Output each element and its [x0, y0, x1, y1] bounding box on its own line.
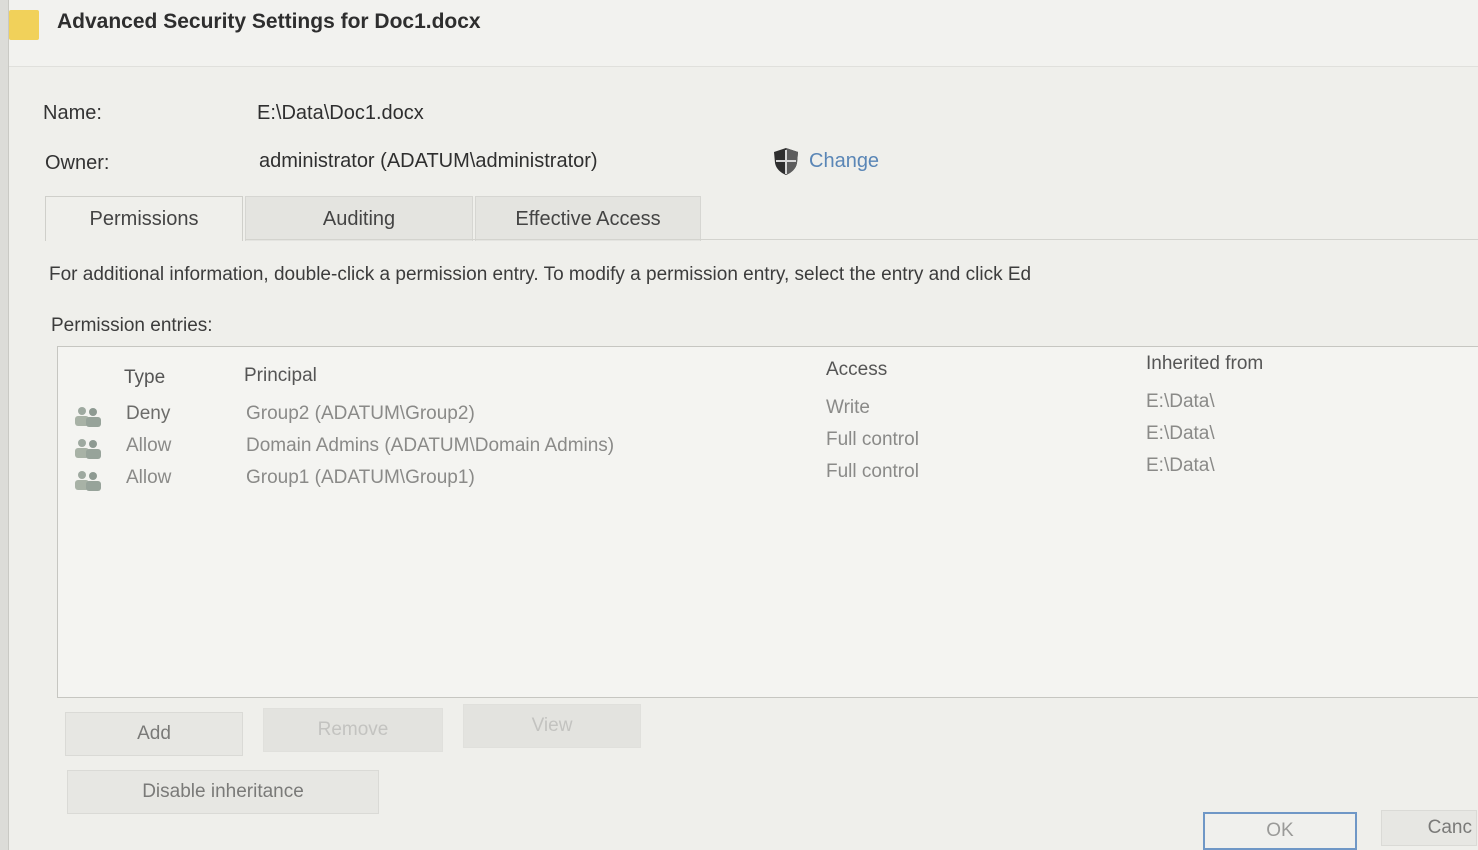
- entry-access: Full control: [826, 429, 919, 450]
- tab-auditing[interactable]: Auditing: [245, 196, 473, 241]
- user-group-icon: [75, 407, 101, 427]
- change-label[interactable]: Change: [809, 150, 879, 173]
- owner-label: Owner:: [45, 152, 110, 174]
- window-title: Advanced Security Settings for Doc1.docx: [57, 10, 481, 33]
- entry-inherited-from: E:\Data\: [1146, 423, 1215, 444]
- view-button[interactable]: View: [463, 704, 641, 748]
- entry-type: Deny: [126, 403, 171, 424]
- entry-principal: Group1 (ADATUM\Group1): [246, 467, 475, 488]
- entry-type: Allow: [126, 467, 172, 488]
- entry-principal: Group2 (ADATUM\Group2): [246, 403, 475, 424]
- column-header-principal[interactable]: Principal: [244, 365, 317, 387]
- entry-inherited-from: E:\Data\: [1146, 455, 1215, 476]
- table-row[interactable]: Allow Domain Admins (ADATUM\Domain Admin…: [58, 423, 1478, 463]
- user-group-icon: [75, 471, 101, 491]
- cancel-button[interactable]: Canc: [1381, 810, 1477, 846]
- remove-button[interactable]: Remove: [263, 708, 443, 752]
- tab-permissions[interactable]: Permissions: [45, 196, 243, 241]
- name-value: E:\Data\Doc1.docx: [257, 102, 424, 124]
- title-bar: Advanced Security Settings for Doc1.docx: [9, 0, 1478, 67]
- table-row[interactable]: Allow Group1 (ADATUM\Group1) Full contro…: [58, 455, 1478, 495]
- entry-access: Write: [826, 397, 870, 418]
- security-settings-window: Advanced Security Settings for Doc1.docx…: [8, 0, 1478, 850]
- ok-button[interactable]: OK: [1203, 812, 1357, 850]
- name-label: Name:: [43, 102, 102, 124]
- column-header-access[interactable]: Access: [826, 359, 887, 381]
- disable-inheritance-button[interactable]: Disable inheritance: [67, 770, 379, 814]
- entry-inherited-from: E:\Data\: [1146, 391, 1215, 412]
- shield-icon: [774, 148, 798, 175]
- permission-entries-list[interactable]: Type Principal Access Inherited from Den…: [57, 346, 1478, 698]
- table-row[interactable]: Deny Group2 (ADATUM\Group2) Write E:\Dat…: [58, 391, 1478, 431]
- tab-effective-access[interactable]: Effective Access: [475, 196, 701, 241]
- tab-strip: Permissions Auditing Effective Access: [45, 196, 703, 241]
- folder-icon: [9, 10, 39, 40]
- column-header-inherited-from[interactable]: Inherited from: [1146, 353, 1263, 375]
- entry-access: Full control: [826, 461, 919, 482]
- change-owner-link[interactable]: Change: [771, 146, 879, 176]
- owner-value: administrator (ADATUM\administrator): [259, 150, 598, 172]
- entry-type: Allow: [126, 435, 172, 456]
- info-text: For additional information, double-click…: [49, 264, 1032, 285]
- add-button[interactable]: Add: [65, 712, 243, 756]
- user-group-icon: [75, 439, 101, 459]
- entry-principal: Domain Admins (ADATUM\Domain Admins): [246, 435, 615, 456]
- column-header-type[interactable]: Type: [124, 367, 165, 389]
- permission-entries-label: Permission entries:: [51, 315, 213, 336]
- tab-divider: [245, 239, 1478, 240]
